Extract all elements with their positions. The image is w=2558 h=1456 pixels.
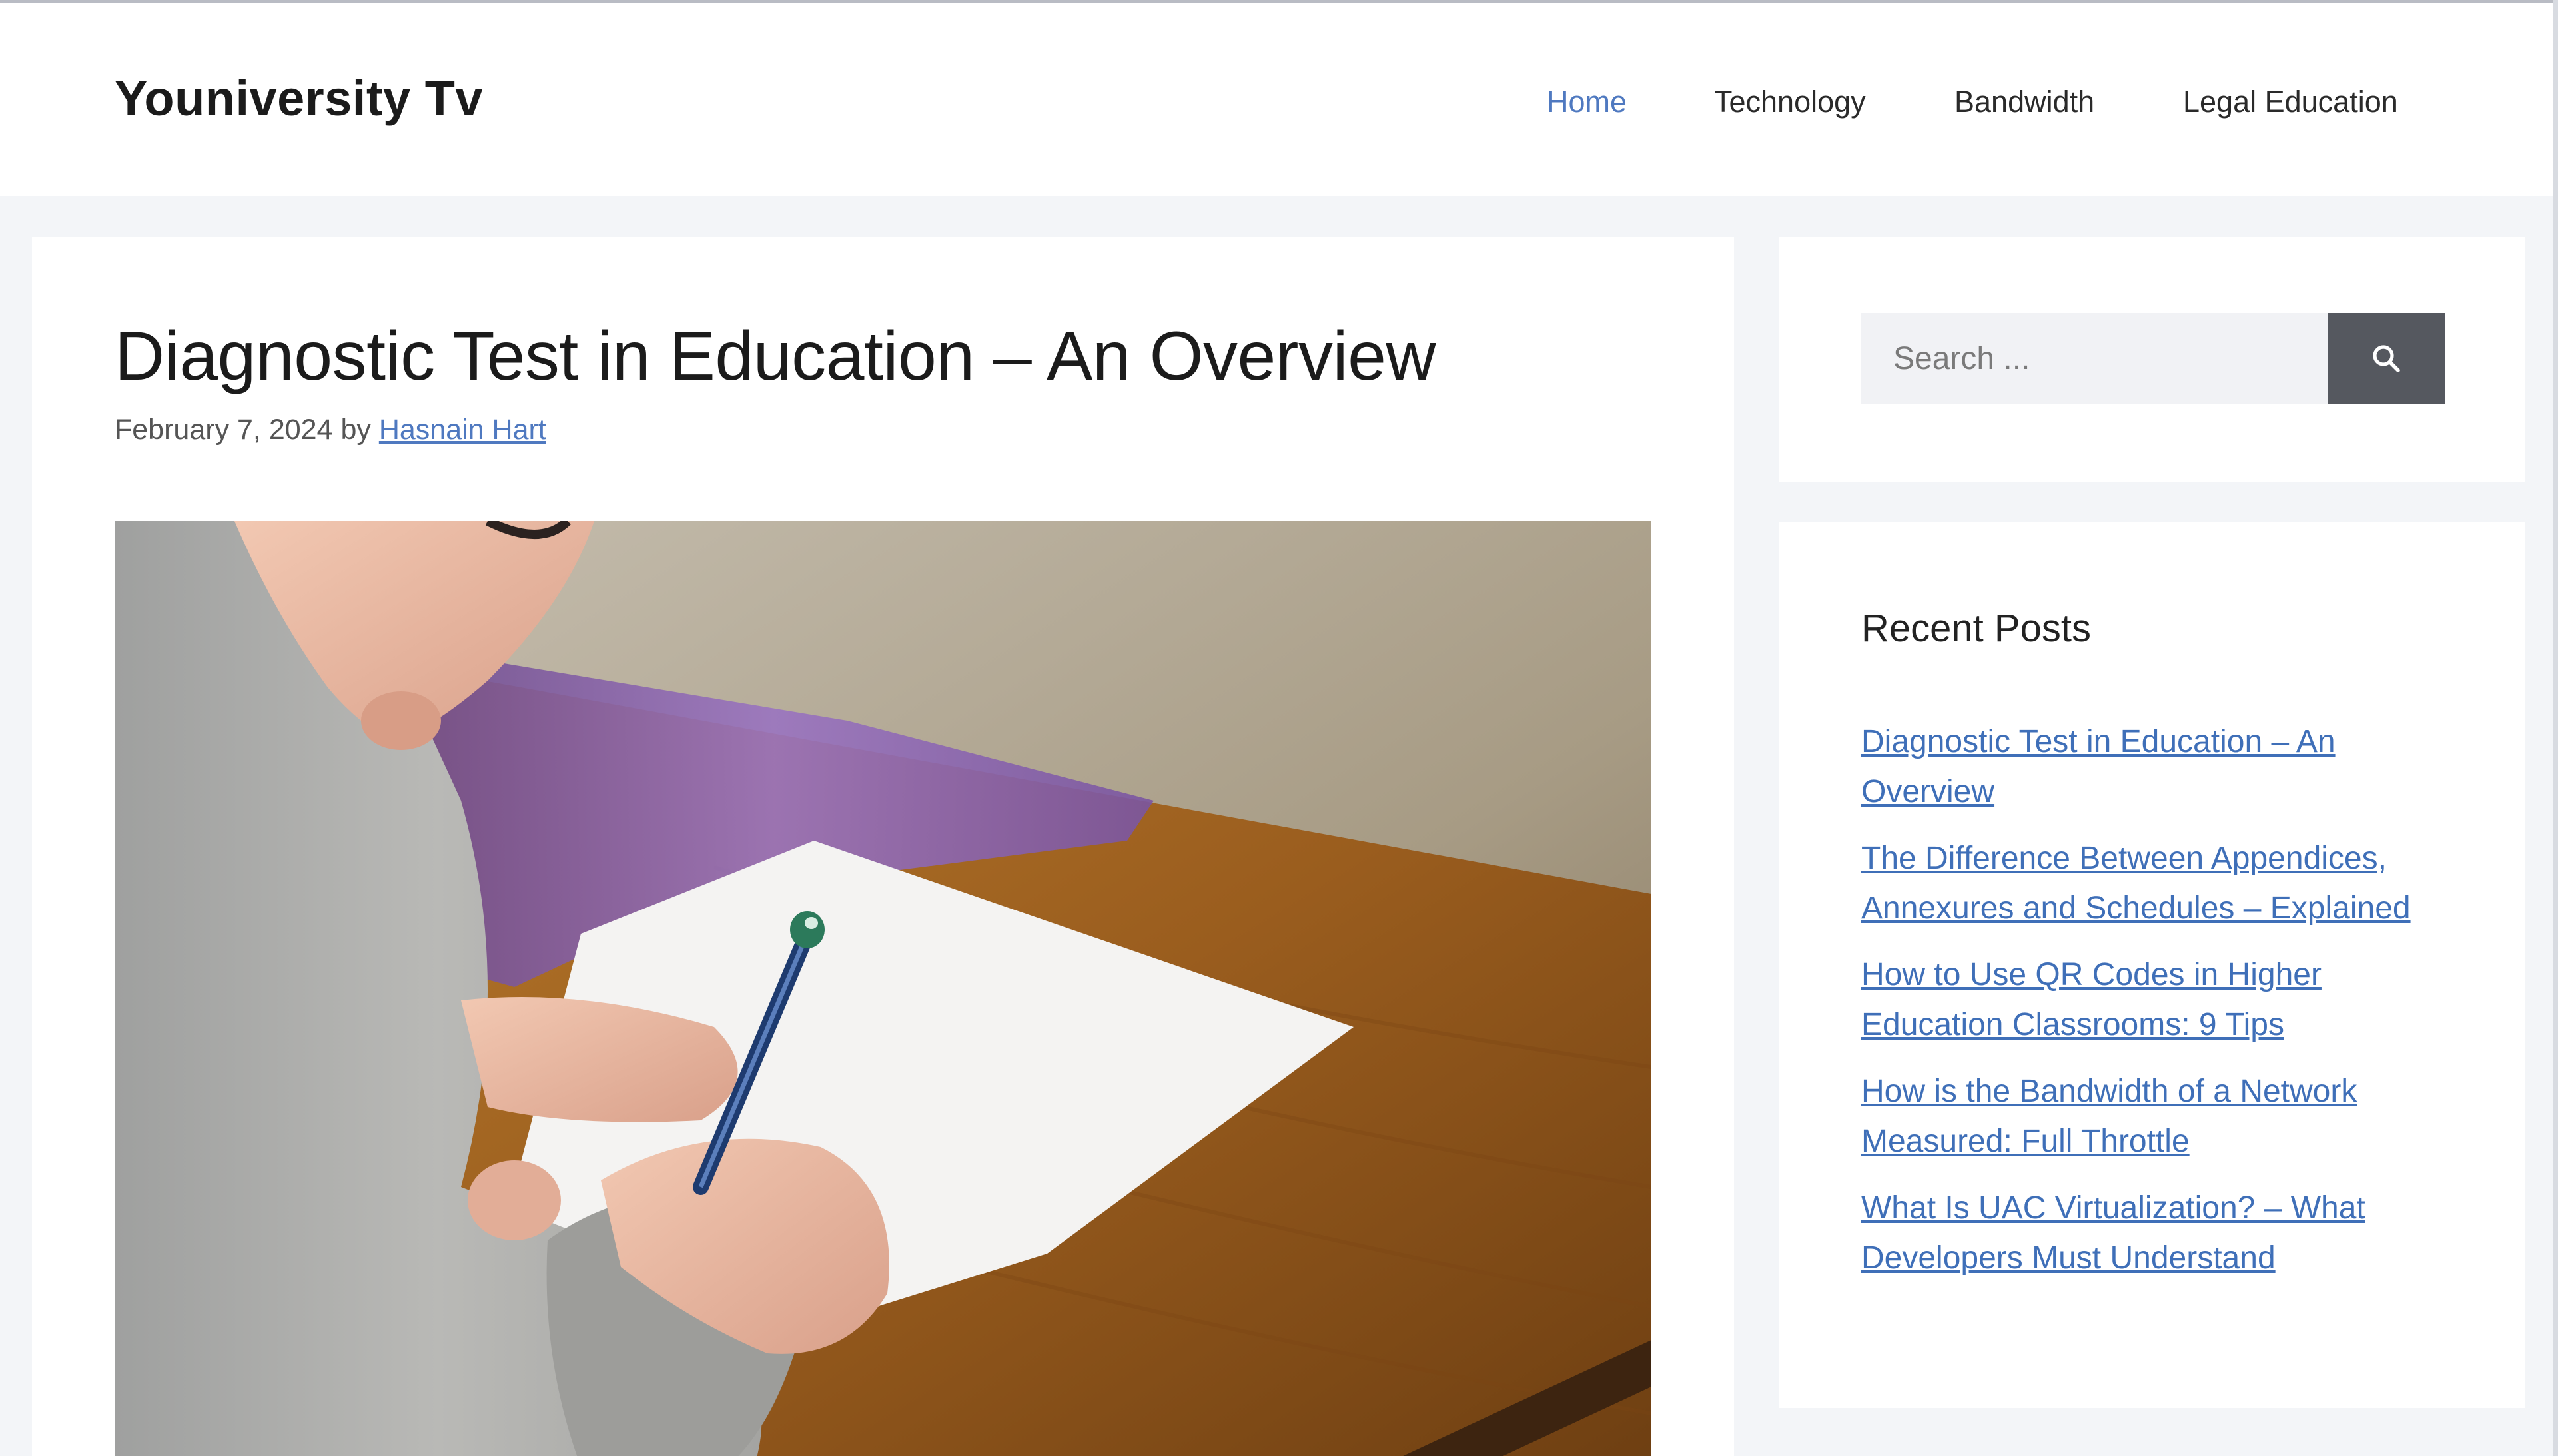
article-by-label: by (340, 414, 371, 446)
list-item: Diagnostic Test in Education – An Overvi… (1861, 717, 2461, 817)
search-button[interactable] (2328, 313, 2445, 404)
article-card: Diagnostic Test in Education – An Overvi… (32, 237, 1734, 1456)
search-widget (1779, 237, 2525, 482)
author-link[interactable]: Hasnain Hart (379, 414, 546, 446)
recent-post-link[interactable]: How to Use QR Codes in Higher Education … (1861, 950, 2461, 1050)
search-input[interactable] (1861, 313, 2328, 404)
nav-item-legal-education[interactable]: Legal Education (2183, 85, 2398, 119)
page: Youniversity Tv Home Technology Bandwidt… (0, 0, 2558, 1456)
search-icon (2373, 345, 2400, 372)
list-item: How is the Bandwidth of a Network Measur… (1861, 1066, 2461, 1166)
recent-post-link[interactable]: The Difference Between Appendices, Annex… (1861, 833, 2461, 933)
site-header: Youniversity Tv Home Technology Bandwidt… (0, 0, 2558, 196)
page-scroll-edge (2553, 0, 2558, 1456)
recent-post-link[interactable]: What Is UAC Virtualization? – What Devel… (1861, 1183, 2461, 1283)
article-date: February 7, 2024 (115, 414, 333, 446)
article-title: Diagnostic Test in Education – An Overvi… (115, 318, 1436, 395)
nav-item-technology[interactable]: Technology (1714, 85, 1866, 119)
recent-posts-title: Recent Posts (1861, 607, 2091, 650)
recent-post-link[interactable]: How is the Bandwidth of a Network Measur… (1861, 1066, 2461, 1166)
featured-photo-student-writing (115, 521, 1651, 1456)
nav-item-home[interactable]: Home (1547, 85, 1627, 119)
nav-item-bandwidth[interactable]: Bandwidth (1954, 85, 2094, 119)
featured-image (115, 521, 1651, 1456)
article-meta: February 7, 2024 by Hasnain Hart (115, 414, 546, 446)
recent-posts-list: Diagnostic Test in Education – An Overvi… (1861, 717, 2461, 1299)
recent-post-link[interactable]: Diagnostic Test in Education – An Overvi… (1861, 717, 2461, 817)
main-nav: Home Technology Bandwidth Legal Educatio… (0, 85, 2558, 125)
recent-posts-widget: Recent Posts Diagnostic Test in Educatio… (1779, 522, 2525, 1408)
list-item: The Difference Between Appendices, Annex… (1861, 833, 2461, 933)
list-item: What Is UAC Virtualization? – What Devel… (1861, 1183, 2461, 1283)
list-item: How to Use QR Codes in Higher Education … (1861, 950, 2461, 1050)
